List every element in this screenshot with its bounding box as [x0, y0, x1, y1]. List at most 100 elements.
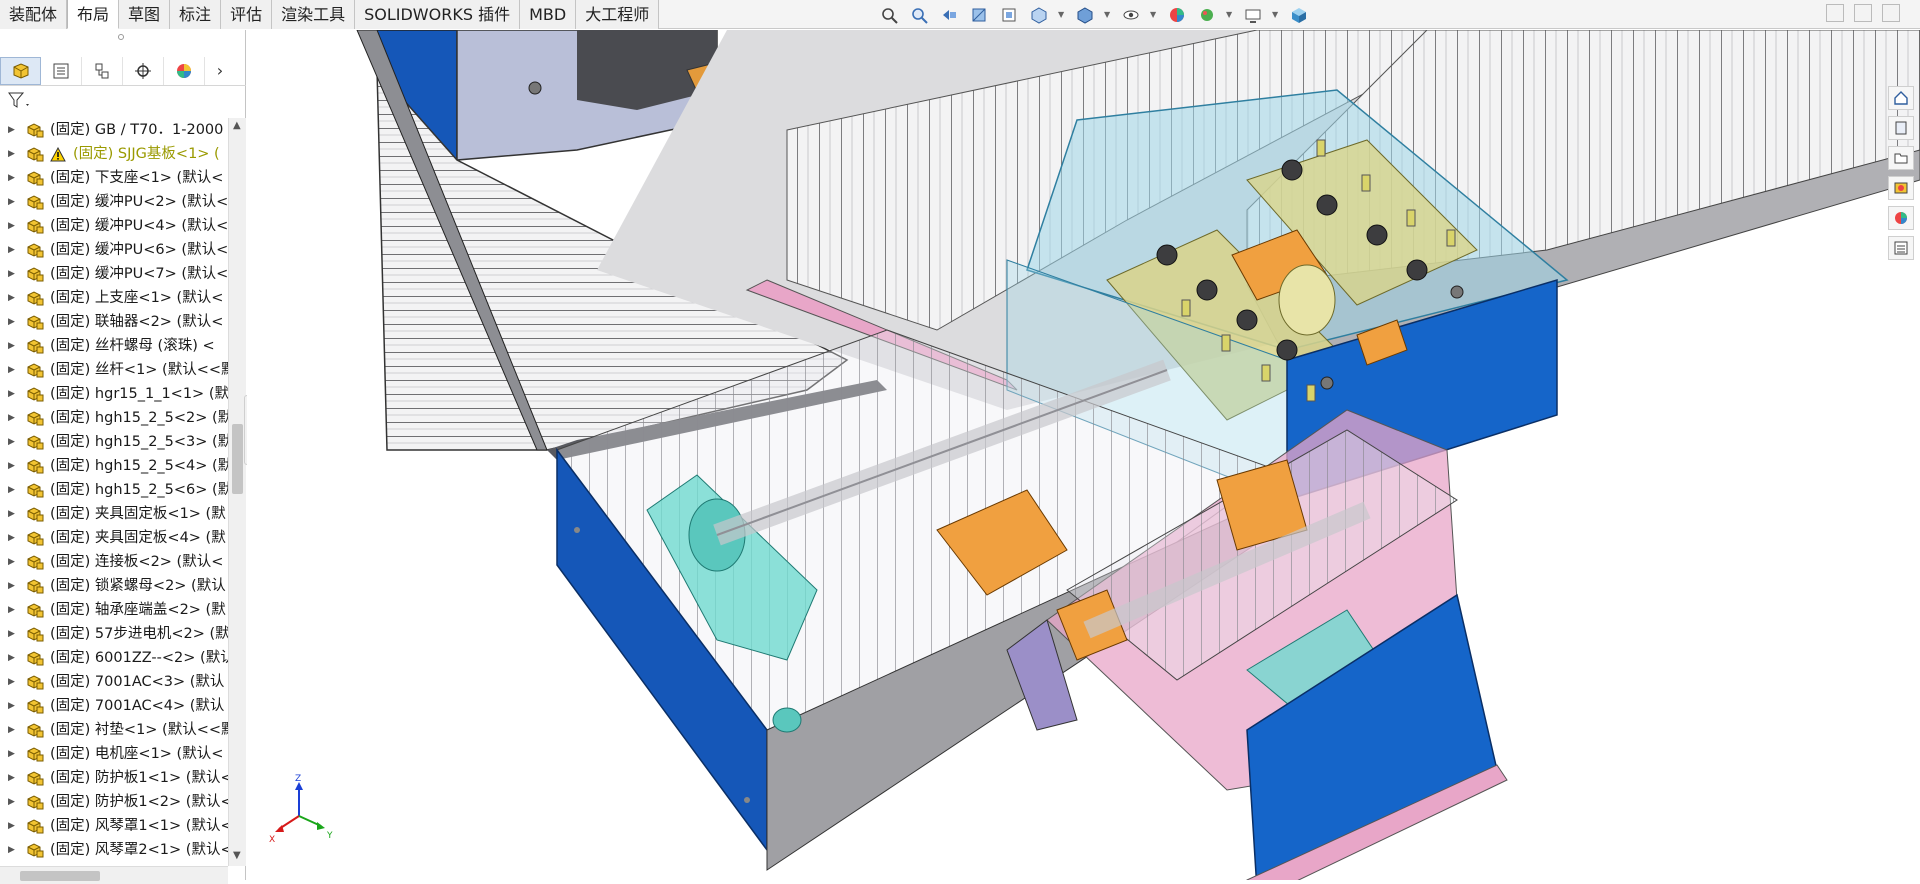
expand-arrow-icon[interactable]: ▶ — [8, 406, 15, 430]
custom-properties-icon[interactable] — [1888, 236, 1914, 260]
file-explorer-icon[interactable] — [1888, 146, 1914, 170]
expand-arrow-icon[interactable]: ▶ — [8, 166, 15, 190]
expand-arrow-icon[interactable]: ▶ — [8, 238, 15, 262]
tree-item[interactable]: ▶ (固定) 7001AC<3> (默认 — [0, 670, 228, 694]
tree-item[interactable]: ▶ (固定) 上支座<1> (默认< — [0, 286, 228, 310]
expand-arrow-icon[interactable]: ▶ — [8, 694, 15, 718]
expand-arrow-icon[interactable]: ▶ — [8, 766, 15, 790]
expand-arrow-icon[interactable]: ▶ — [8, 574, 15, 598]
zoom-to-fit-icon[interactable] — [878, 4, 900, 26]
expand-arrow-icon[interactable]: ▶ — [8, 190, 15, 214]
tree-horizontal-scrollbar[interactable] — [0, 866, 228, 884]
display-style-caret-icon[interactable]: ▼ — [1104, 4, 1112, 26]
expand-arrow-icon[interactable]: ▶ — [8, 334, 15, 358]
tree-item[interactable]: ▶ (固定) 防护板1<2> (默认< — [0, 790, 228, 814]
expand-arrow-icon[interactable]: ▶ — [8, 670, 15, 694]
tile-icon[interactable] — [1854, 4, 1872, 22]
tree-item[interactable]: ▶ (固定) 轴承座端盖<2> (默 — [0, 598, 228, 622]
close-doc-icon[interactable] — [1882, 4, 1900, 22]
propertymanager-icon[interactable] — [41, 56, 82, 85]
more-tabs-icon[interactable]: › — [205, 57, 235, 85]
view-palette-icon[interactable] — [1888, 176, 1914, 200]
expand-arrow-icon[interactable]: ▶ — [8, 142, 15, 166]
tree-item[interactable]: ▶ (固定) 衬垫<1> (默认<<默 — [0, 718, 228, 742]
expand-arrow-icon[interactable]: ▶ — [8, 454, 15, 478]
ribbon-tab[interactable]: MBD — [520, 0, 577, 29]
tree-item[interactable]: ▶ (固定) 丝杆<1> (默认<<默 — [0, 358, 228, 382]
tree-item[interactable]: ▶ (固定) 夹具固定板<4> (默 — [0, 526, 228, 550]
tree-item[interactable]: ▶ (固定) 防护板1<1> (默认< — [0, 766, 228, 790]
tree-item[interactable]: ▶ (固定) hgr15_1_1<1> (默 — [0, 382, 228, 406]
expand-arrow-icon[interactable]: ▶ — [8, 646, 15, 670]
tree-item[interactable]: ▶ (固定) 缓冲PU<2> (默认< — [0, 190, 228, 214]
tree-item[interactable]: ▶ (固定) 57步进电机<2> (默 — [0, 622, 228, 646]
ribbon-tab[interactable]: 评估 — [221, 0, 273, 29]
tree-item[interactable]: ▶ (固定) 缓冲PU<6> (默认< — [0, 238, 228, 262]
hide-show-items-icon[interactable] — [1120, 4, 1142, 26]
scroll-down-icon[interactable]: ▼ — [233, 850, 241, 861]
ribbon-tab[interactable]: 布局 — [67, 0, 120, 29]
appearances-icon[interactable] — [1888, 206, 1914, 230]
featuremanager-icon[interactable] — [0, 56, 41, 85]
expand-arrow-icon[interactable]: ▶ — [8, 310, 15, 334]
previous-view-icon[interactable] — [938, 4, 960, 26]
expand-arrow-icon[interactable]: ▶ — [8, 358, 15, 382]
tree-item[interactable]: ▶ (固定) 夹具固定板<1> (默 — [0, 502, 228, 526]
tree-item[interactable]: ▶ (固定) 下支座<1> (默认< — [0, 166, 228, 190]
section-view-icon[interactable] — [968, 4, 990, 26]
expand-arrow-icon[interactable]: ▶ — [8, 550, 15, 574]
expand-arrow-icon[interactable]: ▶ — [8, 214, 15, 238]
dynamic-annotation-icon[interactable] — [998, 4, 1020, 26]
apply-scene-caret-icon[interactable]: ▼ — [1226, 4, 1234, 26]
dimxpert-icon[interactable] — [123, 56, 164, 85]
tree-item[interactable]: ▶ (固定) hgh15_2_5<2> (默 — [0, 406, 228, 430]
tree-scroll-thumb[interactable] — [232, 424, 243, 494]
tree-item[interactable]: ▶ (固定) SJJG基板<1> ( — [0, 142, 228, 166]
edit-appearance-icon[interactable] — [1166, 4, 1188, 26]
tree-item[interactable]: ▶ (固定) 连接板<2> (默认< — [0, 550, 228, 574]
tree-item[interactable]: ▶ (固定) hgh15_2_5<4> (默 — [0, 454, 228, 478]
ribbon-tab[interactable]: SOLIDWORKS 插件 — [355, 0, 521, 29]
tree-item[interactable]: ▶ (固定) 锁紧螺母<2> (默认 — [0, 574, 228, 598]
expand-arrow-icon[interactable]: ▶ — [8, 718, 15, 742]
tree-item[interactable]: ▶ (固定) 缓冲PU<4> (默认< — [0, 214, 228, 238]
expand-arrow-icon[interactable]: ▶ — [8, 622, 15, 646]
scroll-up-icon[interactable]: ▲ — [233, 120, 241, 131]
solidworks-resources-icon[interactable] — [1888, 86, 1914, 110]
expand-arrow-icon[interactable]: ▶ — [8, 430, 15, 454]
expand-arrow-icon[interactable]: ▶ — [8, 118, 15, 142]
expand-arrow-icon[interactable]: ▶ — [8, 502, 15, 526]
panel-grip-icon[interactable] — [118, 34, 124, 40]
expand-arrow-icon[interactable]: ▶ — [8, 382, 15, 406]
view-orientation-icon[interactable] — [1028, 4, 1050, 26]
display-manager-icon[interactable] — [164, 56, 205, 85]
tree-item[interactable]: ▶ (固定) 6001ZZ--<2> (默认 — [0, 646, 228, 670]
tree-item[interactable]: ▶ (固定) 风琴罩2<1> (默认< — [0, 838, 228, 862]
expand-arrow-icon[interactable]: ▶ — [8, 790, 15, 814]
view-settings-icon[interactable] — [1242, 4, 1264, 26]
expand-arrow-icon[interactable]: ▶ — [8, 742, 15, 766]
expand-arrow-icon[interactable]: ▶ — [8, 598, 15, 622]
expand-arrow-icon[interactable]: ▶ — [8, 262, 15, 286]
restore-icon[interactable] — [1826, 4, 1844, 22]
apply-scene-icon[interactable] — [1196, 4, 1218, 26]
tree-vertical-scrollbar[interactable]: ▲ ▼ — [228, 118, 246, 866]
tree-item[interactable]: ▶ (固定) GB / T70．1-2000 — [0, 118, 228, 142]
ribbon-tab[interactable]: 标注 — [170, 0, 222, 29]
design-library-icon[interactable] — [1888, 116, 1914, 140]
ribbon-tab[interactable]: 渲染工具 — [272, 0, 356, 29]
view-settings-caret-icon[interactable]: ▼ — [1272, 4, 1280, 26]
expand-arrow-icon[interactable]: ▶ — [8, 814, 15, 838]
graphics-area[interactable]: Z X Y — [247, 30, 1920, 880]
expand-arrow-icon[interactable]: ▶ — [8, 526, 15, 550]
tree-item[interactable]: ▶ (固定) hgh15_2_5<3> (默 — [0, 430, 228, 454]
expand-arrow-icon[interactable]: ▶ — [8, 478, 15, 502]
expand-arrow-icon[interactable]: ▶ — [8, 286, 15, 310]
tree-item[interactable]: ▶ (固定) 缓冲PU<7> (默认< — [0, 262, 228, 286]
ribbon-tab[interactable]: 装配体 — [0, 0, 68, 29]
ribbon-tab[interactable]: 大工程师 — [576, 0, 660, 29]
tree-item[interactable]: ▶ (固定) 电机座<1> (默认< — [0, 742, 228, 766]
tree-item[interactable]: ▶ (固定) hgh15_2_5<6> (默 — [0, 478, 228, 502]
ribbon-tab[interactable]: 草图 — [119, 0, 171, 29]
tree-item[interactable]: ▶ (固定) 联轴器<2> (默认< — [0, 310, 228, 334]
